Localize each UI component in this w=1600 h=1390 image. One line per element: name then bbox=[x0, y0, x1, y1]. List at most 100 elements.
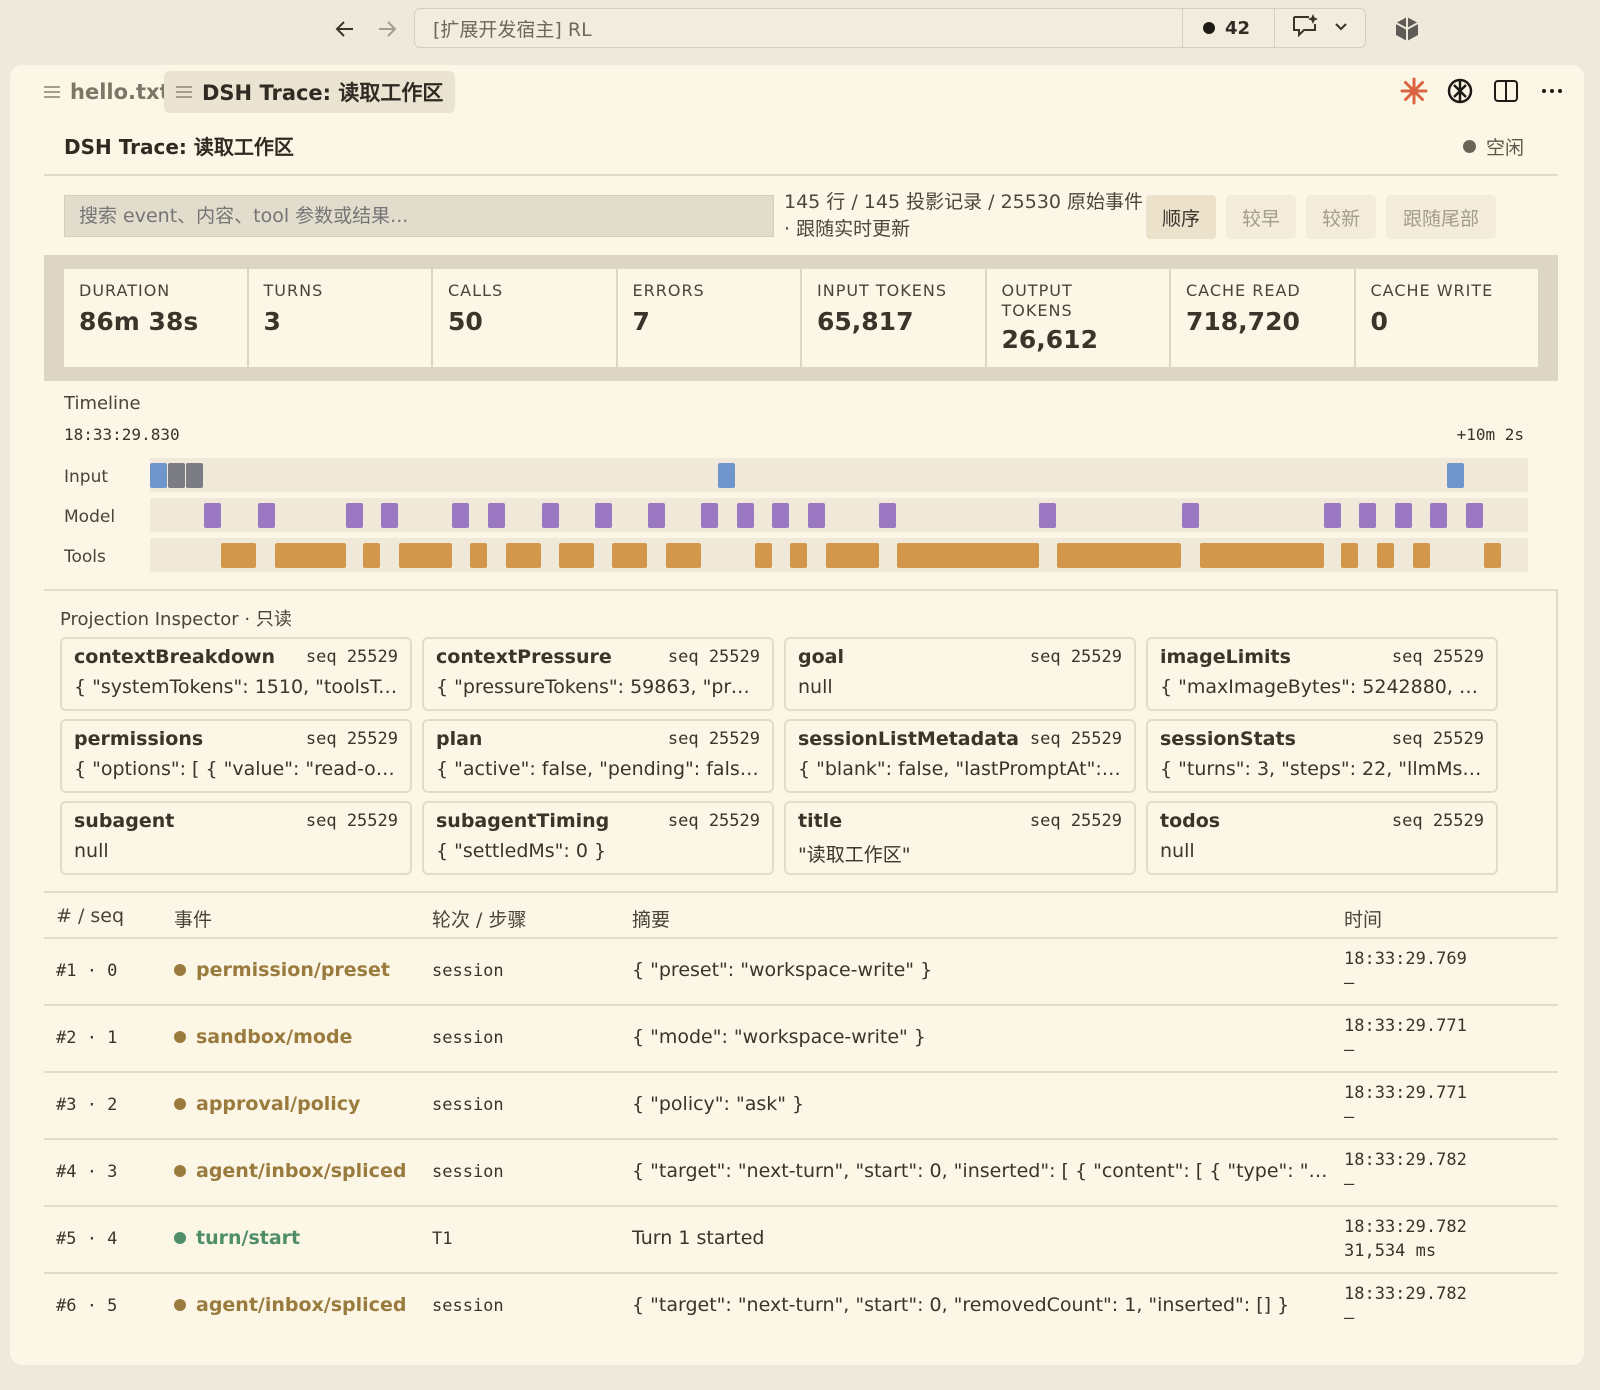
timeline-model-mark[interactable] bbox=[204, 503, 221, 528]
chevron-down-icon[interactable] bbox=[1333, 18, 1349, 38]
timeline-tool-mark[interactable] bbox=[1413, 543, 1430, 568]
column-header-summary[interactable]: 摘要 bbox=[632, 905, 670, 932]
timeline-tool-mark[interactable] bbox=[1200, 543, 1324, 568]
column-header-time[interactable]: 时间 bbox=[1344, 905, 1382, 932]
row-event[interactable]: approval/policy bbox=[174, 1093, 360, 1115]
address-text[interactable]: [扩展开发宿主] RL bbox=[415, 15, 1182, 42]
card-seq: seq 25529 bbox=[1391, 647, 1484, 667]
timeline-tool-mark[interactable] bbox=[1057, 543, 1181, 568]
inspector-card[interactable]: plan seq 25529 { "active": false, "pending… bbox=[422, 719, 774, 793]
timeline-model-mark[interactable] bbox=[1466, 503, 1483, 528]
timeline-model-mark[interactable] bbox=[452, 503, 469, 528]
timeline-model-mark[interactable] bbox=[1324, 503, 1341, 528]
split-editor-icon[interactable] bbox=[1490, 75, 1522, 107]
earlier-button[interactable]: 较早 bbox=[1226, 195, 1296, 239]
timeline-tool-mark[interactable] bbox=[790, 543, 807, 568]
row-event[interactable]: sandbox/mode bbox=[174, 1026, 352, 1048]
timeline-input-mark[interactable] bbox=[150, 463, 167, 488]
table-row[interactable]: #3 · 2 approval/policy session { "policy": … bbox=[44, 1071, 1558, 1138]
tab-hello-txt[interactable]: hello.txt bbox=[32, 71, 182, 113]
inspector-card[interactable]: todos seq 25529 null bbox=[1146, 801, 1498, 875]
row-event[interactable]: turn/start bbox=[174, 1227, 300, 1249]
status-label: 空闲 bbox=[1485, 137, 1524, 159]
timeline-tool-mark[interactable] bbox=[755, 543, 772, 568]
table-row[interactable]: #2 · 1 sandbox/mode session { "mode": "work… bbox=[44, 1004, 1558, 1071]
timeline-model-mark[interactable] bbox=[595, 503, 612, 528]
extension-cube-icon[interactable] bbox=[1390, 12, 1424, 46]
timeline-input-mark[interactable] bbox=[186, 463, 203, 488]
timeline-model-mark[interactable] bbox=[488, 503, 505, 528]
stat-cache-read: CACHE READ 718,720 bbox=[1171, 269, 1354, 367]
inspector-card[interactable]: subagent seq 25529 null bbox=[60, 801, 412, 875]
tab-dsh-trace[interactable]: DSH Trace: 读取工作区 bbox=[164, 71, 456, 113]
more-ellipsis-icon[interactable] bbox=[1536, 75, 1568, 107]
timeline-tool-mark[interactable] bbox=[275, 543, 346, 568]
timeline-model-mark[interactable] bbox=[772, 503, 789, 528]
timeline-tool-mark[interactable] bbox=[612, 543, 647, 568]
timeline-model-mark[interactable] bbox=[258, 503, 275, 528]
timeline-model-mark[interactable] bbox=[381, 503, 398, 528]
table-row[interactable]: #4 · 3 agent/inbox/spliced session { "targe… bbox=[44, 1138, 1558, 1205]
inspector-card[interactable]: contextPressure seq 25529 { "pressureToken… bbox=[422, 637, 774, 711]
timeline-model-mark[interactable] bbox=[1182, 503, 1199, 528]
newer-button[interactable]: 较新 bbox=[1306, 195, 1376, 239]
timeline-tool-mark[interactable] bbox=[470, 543, 487, 568]
search-input[interactable] bbox=[64, 195, 774, 237]
timeline-tool-mark[interactable] bbox=[826, 543, 879, 568]
inspector-card[interactable]: goal seq 25529 null bbox=[784, 637, 1136, 711]
timeline-tool-mark[interactable] bbox=[1484, 543, 1501, 568]
timeline-tool-mark[interactable] bbox=[897, 543, 1039, 568]
claude-sparkle-icon[interactable] bbox=[1398, 75, 1430, 107]
row-seq: #4 · 3 bbox=[56, 1162, 118, 1182]
table-row[interactable]: #1 · 0 permission/preset session { "preset"… bbox=[44, 937, 1558, 1004]
row-event[interactable]: permission/preset bbox=[174, 959, 390, 981]
timeline-model-mark[interactable] bbox=[879, 503, 896, 528]
follow-tail-button[interactable]: 跟随尾部 bbox=[1386, 195, 1496, 239]
timeline-input-mark[interactable] bbox=[1447, 463, 1464, 488]
openai-knot-icon[interactable] bbox=[1444, 75, 1476, 107]
inspector-card[interactable]: subagentTiming seq 25529 { "settledMs": 0 … bbox=[422, 801, 774, 875]
timeline-tool-mark[interactable] bbox=[363, 543, 380, 568]
column-header-turn[interactable]: 轮次 / 步骤 bbox=[432, 905, 526, 932]
timeline-input-mark[interactable] bbox=[718, 463, 735, 488]
timeline-model-mark[interactable] bbox=[1430, 503, 1447, 528]
badge-count: 42 bbox=[1224, 17, 1250, 39]
lane-label-model: Model bbox=[64, 507, 116, 527]
table-row[interactable]: #6 · 5 agent/inbox/spliced session { "targe… bbox=[44, 1272, 1558, 1339]
inspector-card[interactable]: sessionListMetadata seq 25529 { "blank": f… bbox=[784, 719, 1136, 793]
timeline-model-mark[interactable] bbox=[648, 503, 665, 528]
timeline-model-mark[interactable] bbox=[542, 503, 559, 528]
timeline-tool-mark[interactable] bbox=[506, 543, 541, 568]
chat-sparkle-icon[interactable] bbox=[1291, 13, 1319, 43]
inspector-card[interactable]: contextBreakdown seq 25529 { "systemTokens… bbox=[60, 637, 412, 711]
back-arrow-icon[interactable] bbox=[328, 12, 362, 46]
timeline-model-mark[interactable] bbox=[737, 503, 754, 528]
address-bar[interactable]: [扩展开发宿主] RL 42 bbox=[414, 8, 1366, 48]
inspector-card[interactable]: imageLimits seq 25529 { "maxImageBytes": 5… bbox=[1146, 637, 1498, 711]
timeline-model-mark[interactable] bbox=[1395, 503, 1412, 528]
row-event[interactable]: agent/inbox/spliced bbox=[174, 1160, 406, 1182]
inspector-card[interactable]: permissions seq 25529 { "options": [ { "va… bbox=[60, 719, 412, 793]
timeline-tool-mark[interactable] bbox=[399, 543, 452, 568]
inspector-card[interactable]: title seq 25529 "读取工作区" bbox=[784, 801, 1136, 875]
timeline-tool-mark[interactable] bbox=[1377, 543, 1394, 568]
timeline-tool-mark[interactable] bbox=[1341, 543, 1358, 568]
order-button[interactable]: 顺序 bbox=[1146, 195, 1216, 239]
column-header-seq[interactable]: # / seq bbox=[56, 905, 124, 927]
timeline-model-mark[interactable] bbox=[808, 503, 825, 528]
forward-arrow-icon[interactable] bbox=[370, 12, 404, 46]
timeline-input-mark[interactable] bbox=[168, 463, 185, 488]
timeline-model-mark[interactable] bbox=[346, 503, 363, 528]
timeline-model-mark[interactable] bbox=[1359, 503, 1376, 528]
row-event[interactable]: agent/inbox/spliced bbox=[174, 1294, 406, 1316]
timeline-tool-mark[interactable] bbox=[559, 543, 594, 568]
stat-value: 7 bbox=[632, 307, 650, 336]
timeline-model-mark[interactable] bbox=[1039, 503, 1056, 528]
table-row[interactable]: #5 · 4 turn/start T1 Turn 1 started 18:33:29… bbox=[44, 1205, 1558, 1272]
card-name: subagent bbox=[74, 810, 175, 832]
column-header-event[interactable]: 事件 bbox=[174, 905, 212, 932]
timeline-model-mark[interactable] bbox=[701, 503, 718, 528]
timeline-tool-mark[interactable] bbox=[221, 543, 256, 568]
timeline-tool-mark[interactable] bbox=[666, 543, 701, 568]
inspector-card[interactable]: sessionStats seq 25529 { "turns": 3, "step… bbox=[1146, 719, 1498, 793]
